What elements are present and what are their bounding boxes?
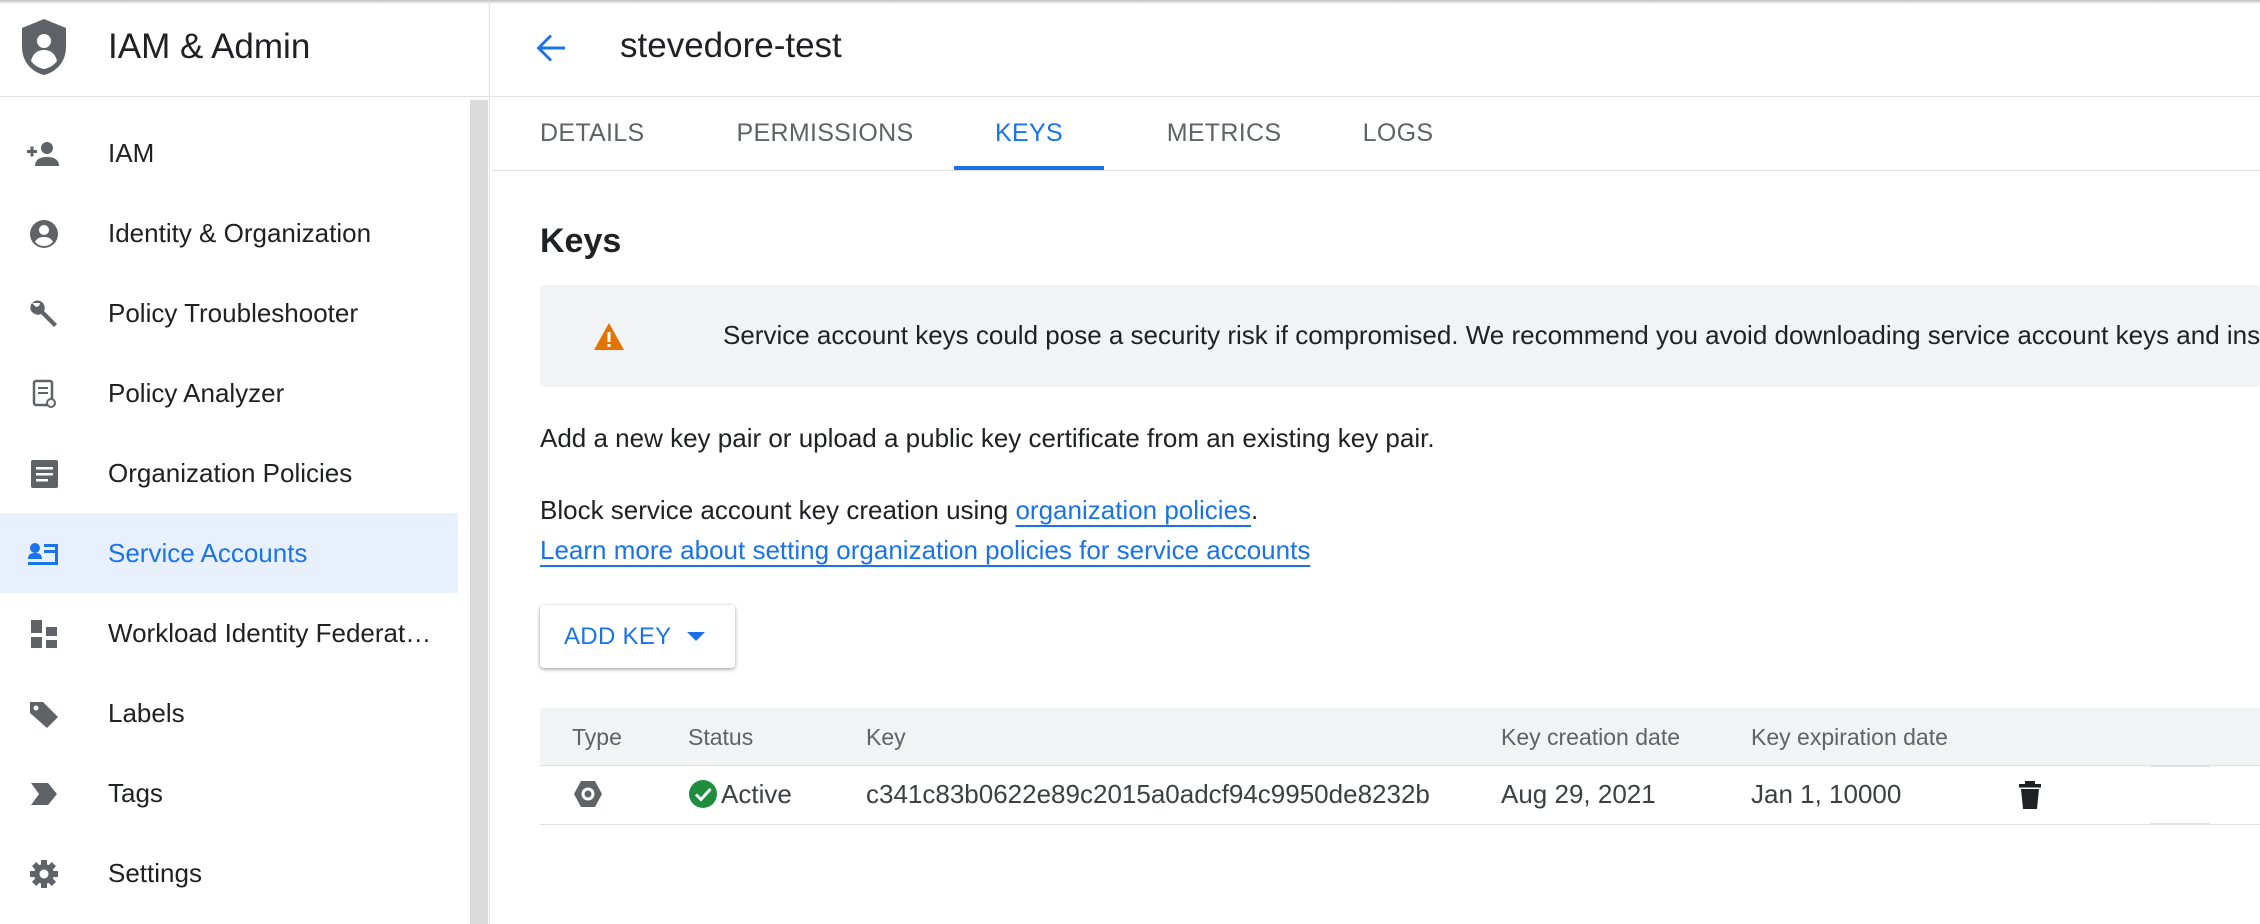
status-text: Active <box>721 779 792 809</box>
sidebar-item-tags[interactable]: Tags <box>0 753 458 833</box>
sidebar-item-label: Organization Policies <box>108 457 353 488</box>
keys-description: Add a new key pair or upload a public ke… <box>540 423 1435 453</box>
sidebar-item-policy-troubleshooter[interactable]: Policy Troubleshooter <box>0 273 458 353</box>
hexagon-settings-icon <box>574 781 602 807</box>
sidebar-item-labels[interactable]: Labels <box>0 673 458 753</box>
warning-banner: Service account keys could pose a securi… <box>540 285 2260 387</box>
column-divider <box>2150 765 2210 767</box>
sidebar-item-label: Policy Analyzer <box>108 377 285 408</box>
tab-metrics[interactable]: METRICS <box>1159 97 1289 170</box>
sidebar-item-label: Policy Troubleshooter <box>108 297 359 328</box>
block-key-creation-text: Block service account key creation using… <box>540 495 1258 526</box>
article-icon <box>31 460 58 488</box>
add-key-button[interactable]: ADD KEY <box>540 605 735 668</box>
column-header-status: Status <box>688 724 754 750</box>
shield-person-icon <box>22 19 66 75</box>
service-account-icon <box>28 543 58 565</box>
wrench-icon <box>30 300 57 327</box>
column-divider <box>2150 823 2210 825</box>
sidebar-item-label: Tags <box>108 777 163 808</box>
page-header: stevedore-test <box>491 0 2260 97</box>
label-arrow-icon <box>31 783 57 805</box>
add-key-label: ADD KEY <box>564 622 672 650</box>
sidebar-item-label: Service Accounts <box>108 537 308 568</box>
gear-icon <box>30 860 58 888</box>
column-header-key: Key <box>866 724 906 750</box>
account-circle-icon <box>30 220 58 248</box>
person-add-icon <box>27 142 59 166</box>
table-row: Active c341c83b0622e89c2015a0adcf94c9950… <box>540 765 2260 825</box>
learn-more-row: Learn more about setting organization po… <box>540 535 1310 566</box>
organization-policies-link[interactable]: organization policies <box>1015 495 1251 525</box>
sidebar-scrollbar[interactable] <box>470 100 488 924</box>
tab-details[interactable]: DETAILS <box>540 97 644 170</box>
warning-text: Service account keys could pose a securi… <box>723 320 2260 350</box>
tab-keys[interactable]: KEYS <box>954 97 1104 170</box>
tab-bar: DETAILS PERMISSIONS KEYS METRICS LOGS <box>491 97 2260 171</box>
main-content: stevedore-test DETAILS PERMISSIONS KEYS … <box>491 0 2260 924</box>
sidebar-item-organization-policies[interactable]: Organization Policies <box>0 433 458 513</box>
trash-icon[interactable] <box>2017 780 2043 810</box>
keys-table: Type Status Key Key creation date Key ex… <box>540 708 2260 825</box>
column-header-expiration-date: Key expiration date <box>1751 724 1948 750</box>
back-arrow-icon[interactable] <box>529 26 573 70</box>
sidebar-nav: IAM Identity & Organization Policy Troub… <box>0 97 470 924</box>
block-text: Block service account key creation using <box>540 495 1016 525</box>
block-suffix: . <box>1251 495 1259 525</box>
policy-document-icon <box>32 379 56 408</box>
sidebar-item-policy-analyzer[interactable]: Policy Analyzer <box>0 353 458 433</box>
sidebar-item-identity-organization[interactable]: Identity & Organization <box>0 193 458 273</box>
sidebar-item-workload-identity-federation[interactable]: Workload Identity Federat… <box>0 593 458 673</box>
sidebar-item-settings[interactable]: Settings <box>0 833 458 913</box>
warning-icon <box>594 323 624 350</box>
sidebar-item-label: Settings <box>108 857 202 888</box>
tab-logs[interactable]: LOGS <box>1352 97 1444 170</box>
sidebar-header: IAM & Admin <box>0 0 490 97</box>
key-id: c341c83b0622e89c2015a0adcf94c9950de8232b <box>866 779 1430 809</box>
product-title: IAM & Admin <box>108 27 311 66</box>
page-title: stevedore-test <box>620 26 842 65</box>
section-title: Keys <box>540 222 622 260</box>
key-creation-date: Aug 29, 2021 <box>1501 779 1656 809</box>
caret-down-icon <box>687 632 706 641</box>
key-expiration-date: Jan 1, 10000 <box>1751 779 1902 809</box>
sidebar-item-iam[interactable]: IAM <box>0 113 458 193</box>
check-circle-icon <box>689 780 717 808</box>
tab-permissions[interactable]: PERMISSIONS <box>736 97 914 170</box>
sidebar-item-service-accounts[interactable]: Service Accounts <box>0 513 458 593</box>
table-header: Type Status Key Key creation date Key ex… <box>540 708 2260 766</box>
sidebar-item-label: Workload Identity Federat… <box>108 617 432 648</box>
sidebar-item-label: IAM <box>108 137 155 168</box>
column-header-creation-date: Key creation date <box>1501 724 1681 750</box>
sidebar-item-label: Identity & Organization <box>108 217 372 248</box>
learn-more-link[interactable]: Learn more about setting organization po… <box>540 535 1310 565</box>
workload-identity-icon <box>31 620 57 648</box>
sidebar-item-label: Labels <box>108 697 185 728</box>
column-header-type: Type <box>572 724 622 750</box>
sidebar: IAM & Admin IAM Identity & Organization <box>0 0 490 924</box>
tag-icon <box>30 702 58 728</box>
